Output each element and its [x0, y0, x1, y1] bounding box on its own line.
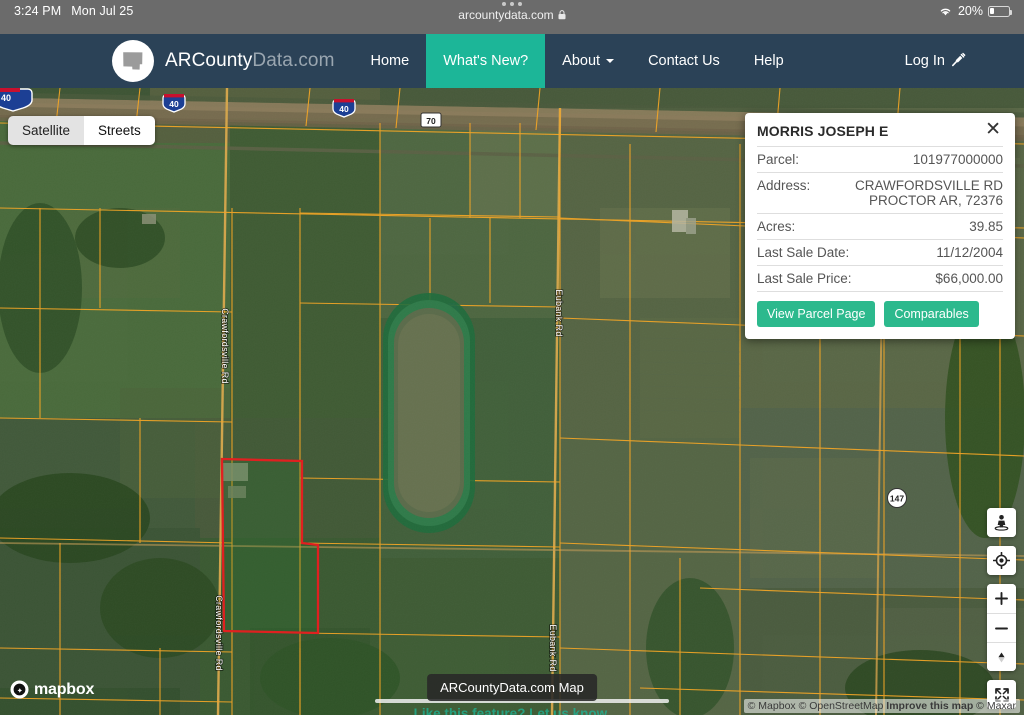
map-attribution[interactable]: © Mapbox © OpenStreetMap Improve this ma… [743, 699, 1020, 713]
login-button[interactable]: Log In [888, 51, 984, 71]
site-navbar: ARCountyData.com Home What's New? About … [0, 34, 1024, 88]
svg-text:147: 147 [890, 494, 904, 504]
lock-icon [558, 10, 566, 20]
basemap-option-satellite[interactable]: Satellite [8, 116, 85, 145]
compass-icon [998, 652, 1005, 662]
view-parcel-page-button[interactable]: View Parcel Page [757, 301, 876, 327]
app-root: 3:24 PM Mon Jul 25 arcountydata.com 20% [0, 0, 1024, 715]
popup-row-acres-key: Acres: [757, 219, 796, 234]
attribution-mapbox[interactable]: © Mapbox [748, 700, 796, 712]
popup-row-address: Address: CRAWFORDSVILLE RD PROCTOR AR, 7… [757, 172, 1003, 213]
road-label-crawfordsville-2: Crawfordsville Rd [214, 595, 224, 671]
parcel-info-popup: MORRIS JOSEPH E ✕ Parcel: 101977000000 A… [745, 113, 1015, 339]
popup-row-last-sale-price: Last Sale Price: $66,000.00 [757, 265, 1003, 291]
popup-row-parcel-value: 101977000000 [912, 152, 1003, 167]
basemap-option-streets[interactable]: Streets [84, 116, 155, 145]
geolocate-button[interactable] [987, 546, 1016, 575]
popup-row-last-sale-date-key: Last Sale Date: [757, 245, 850, 260]
shield-us-70: 70 [420, 112, 442, 128]
popup-row-last-sale-date: Last Sale Date: 11/12/2004 [757, 239, 1003, 265]
brand-text-main: ARCounty [165, 50, 253, 71]
svg-text:70: 70 [426, 116, 436, 126]
basemap-toggle[interactable]: Satellite Streets [8, 116, 155, 145]
popup-row-address-key: Address: [757, 178, 811, 193]
pegman-icon [994, 515, 1009, 531]
brand-text-dim: Data.com [252, 50, 335, 71]
zoom-group [987, 584, 1016, 671]
popup-row-last-sale-price-value: $66,000.00 [935, 271, 1003, 286]
shield-state-147: 147 [887, 488, 907, 508]
mapbox-logo-label: mapbox [34, 680, 95, 698]
nav-item-about-label: About [562, 53, 601, 69]
attribution-maxar[interactable]: © Maxar [976, 700, 1016, 712]
map-controls [987, 508, 1016, 709]
ios-status-bar: 3:24 PM Mon Jul 25 arcountydata.com 20% [0, 0, 1024, 34]
zoom-in-button[interactable] [987, 584, 1016, 613]
nav-item-about[interactable]: About [545, 34, 631, 88]
battery-icon [988, 5, 1013, 17]
zoom-out-button[interactable] [987, 613, 1016, 642]
url-text: arcountydata.com [458, 8, 554, 22]
comparables-button[interactable]: Comparables [884, 301, 979, 327]
attribution-osm[interactable]: © OpenStreetMap [799, 700, 884, 712]
popup-row-parcel: Parcel: 101977000000 [757, 146, 1003, 172]
mapbox-mark-icon [10, 680, 29, 699]
popup-header: MORRIS JOSEPH E ✕ [757, 120, 1003, 146]
svg-text:40: 40 [169, 99, 179, 109]
minus-icon [995, 627, 1008, 629]
road-label-crawfordsville-1: Crawfordsville Rd [220, 308, 230, 384]
plus-icon [995, 592, 1008, 605]
street-view-pegman-button[interactable] [987, 508, 1016, 537]
popup-row-last-sale-price-key: Last Sale Price: [757, 271, 852, 286]
wifi-icon [940, 8, 951, 16]
brand-logo-link[interactable]: ARCountyData.com [0, 34, 335, 88]
nav-item-whats-new[interactable]: What's New? [426, 34, 546, 88]
nav-item-help-label: Help [753, 53, 784, 69]
popup-row-address-value: CRAWFORDSVILLE RD PROCTOR AR, 72376 [854, 178, 1003, 208]
close-icon[interactable]: ✕ [983, 120, 1003, 139]
crosshair-icon [993, 552, 1010, 569]
nav-item-whats-new-label: What's New? [443, 53, 529, 69]
nav-item-home-label: Home [370, 53, 410, 69]
popup-row-acres: Acres: 39.85 [757, 213, 1003, 239]
street-view-group [987, 508, 1016, 537]
svg-text:40: 40 [339, 104, 349, 114]
plug-icon [951, 51, 967, 71]
popup-title: MORRIS JOSEPH E [757, 123, 889, 139]
feedback-banner[interactable]: Like this feature? Let us know. [414, 706, 611, 715]
nav-item-contact-us[interactable]: Contact Us [631, 34, 737, 88]
road-label-eubank-2: Eubank Rd [548, 624, 558, 671]
popup-actions: View Parcel Page Comparables [757, 291, 1003, 327]
browser-url-bar[interactable]: arcountydata.com [0, 2, 1024, 22]
mapbox-logo[interactable]: mapbox [10, 680, 94, 699]
nav-right: Log In [888, 34, 1024, 88]
popup-row-acres-value: 39.85 [969, 219, 1003, 234]
svg-text:40: 40 [1, 93, 11, 103]
shield-interstate-40-c: 40 [332, 99, 356, 118]
road-label-eubank-1: Eubank Rd [554, 289, 564, 336]
nav-links: Home What's New? About Contact Us Help [354, 34, 801, 88]
compass-reset-button[interactable] [987, 642, 1016, 671]
tab-overview-dots-icon[interactable] [502, 2, 522, 6]
map-tooltip: ARCountyData.com Map [427, 674, 597, 701]
nav-item-home[interactable]: Home [354, 34, 427, 88]
popup-row-parcel-key: Parcel: [757, 152, 800, 167]
shield-interstate-40-b: 40 [162, 94, 186, 113]
attribution-improve-link[interactable]: Improve this map [886, 700, 973, 712]
nav-item-contact-us-label: Contact Us [648, 53, 720, 69]
arkansas-state-logo-icon [112, 40, 154, 82]
popup-row-last-sale-date-value: 11/12/2004 [936, 245, 1003, 260]
login-label: Log In [904, 53, 945, 69]
url-text-wrap[interactable]: arcountydata.com [458, 8, 566, 22]
nav-item-help[interactable]: Help [737, 34, 801, 88]
chevron-down-icon [606, 59, 615, 63]
brand-text: ARCountyData.com [165, 50, 335, 72]
geolocate-group [987, 546, 1016, 575]
